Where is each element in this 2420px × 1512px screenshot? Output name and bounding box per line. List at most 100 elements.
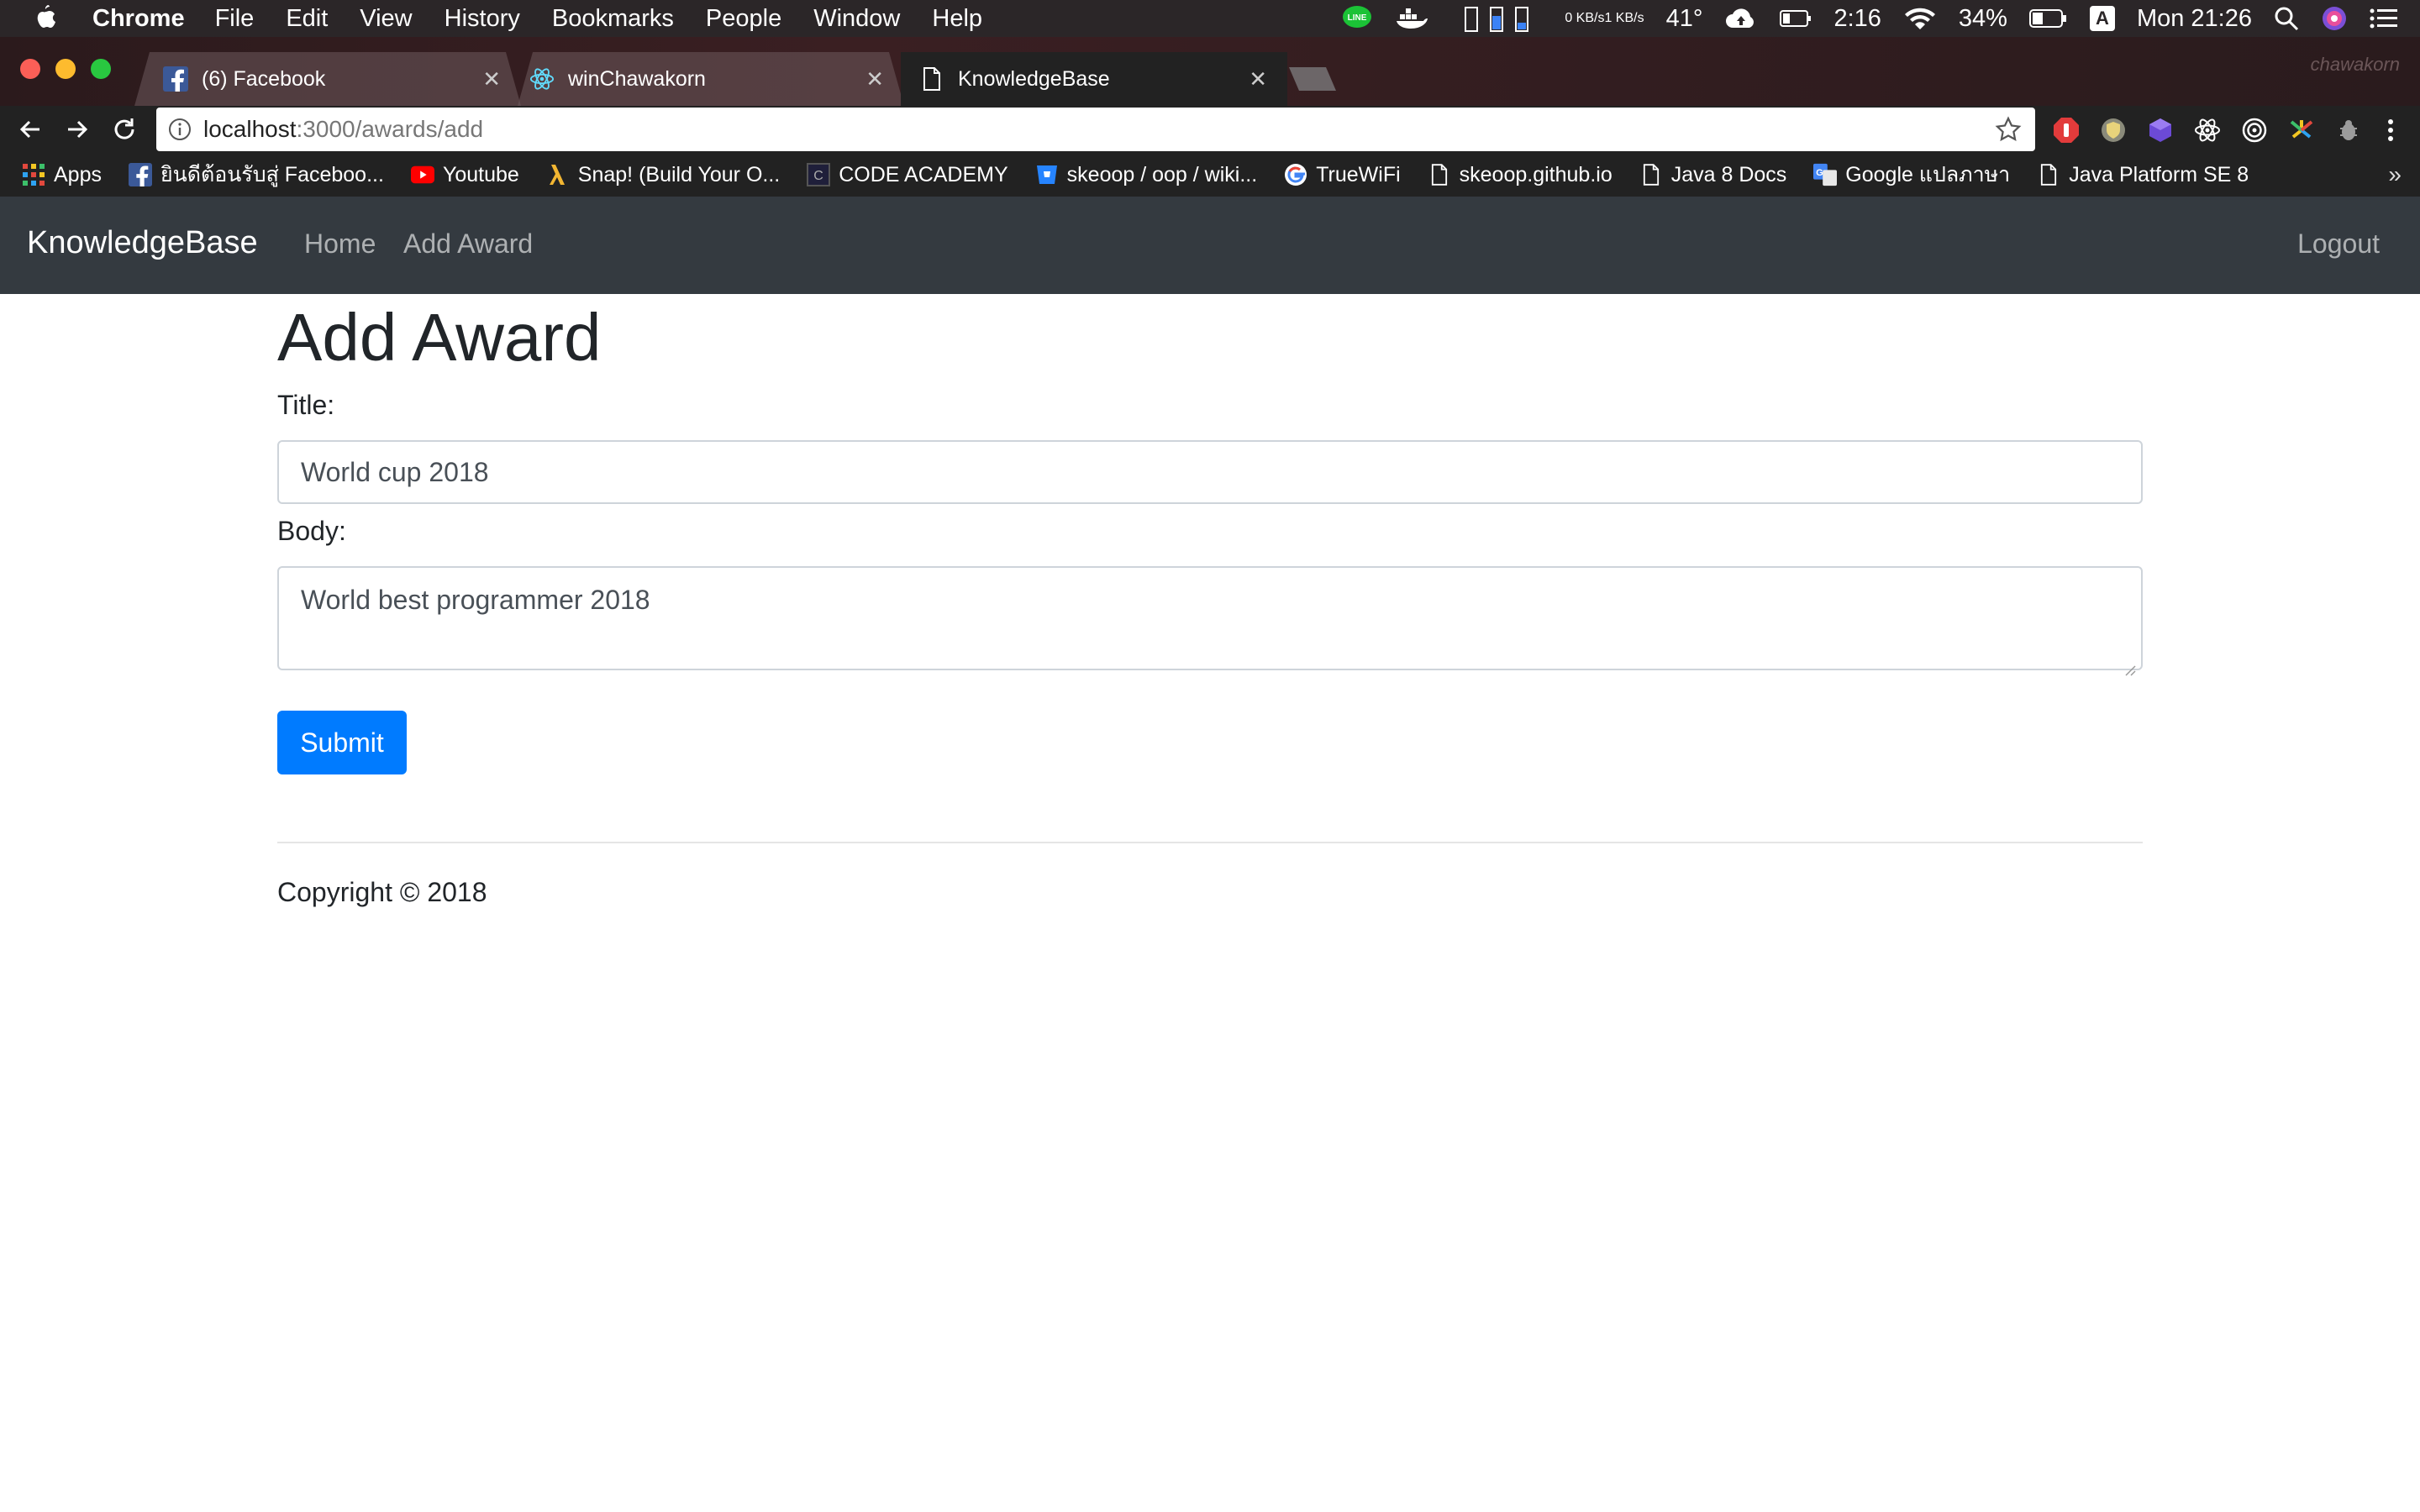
- bookmark-label: skeoop / oop / wiki...: [1066, 162, 1258, 186]
- tab-close-icon[interactable]: ✕: [865, 66, 884, 92]
- bookmarks-overflow-icon[interactable]: »: [2388, 161, 2402, 188]
- line-icon[interactable]: LINE: [1341, 4, 1373, 33]
- bookmark-star-icon[interactable]: [1995, 116, 2022, 149]
- menu-edit[interactable]: Edit: [286, 5, 328, 33]
- profile-name[interactable]: chawakorn: [2311, 54, 2400, 76]
- bookmarks-bar: Apps ยินดีต้อนรับสู่ Faceboo... Youtube …: [0, 153, 2420, 197]
- multicolor-extension-icon[interactable]: [2287, 116, 2316, 144]
- wifi-icon[interactable]: [1903, 6, 1937, 31]
- battery-time: 2:16: [1833, 4, 1881, 32]
- menu-window[interactable]: Window: [813, 5, 900, 33]
- bookmark-label: ยินดีต้อนรับสู่ Faceboo...: [160, 163, 384, 186]
- cube-extension-icon[interactable]: [2146, 116, 2175, 144]
- cloud-upload-icon[interactable]: [1724, 6, 1758, 31]
- menu-view[interactable]: View: [360, 5, 412, 33]
- back-icon[interactable]: [7, 106, 54, 153]
- bookmark-label: skeoop.github.io: [1459, 162, 1612, 186]
- shield-extension-icon[interactable]: [2099, 116, 2128, 144]
- codeacademy-icon: C: [807, 163, 831, 186]
- docker-icon[interactable]: [1395, 6, 1428, 31]
- temperature: 41°: [1665, 4, 1703, 32]
- new-tab-button[interactable]: [1286, 52, 1346, 106]
- battery-small-icon: [1780, 8, 1812, 29]
- submit-button[interactable]: Submit: [277, 711, 407, 774]
- footer-divider: [277, 842, 2143, 843]
- tab-knowledgebase[interactable]: KnowledgeBase ✕: [901, 52, 1287, 106]
- apps-grid-icon: [22, 163, 45, 186]
- bookmark-truewifi[interactable]: TrueWiFi: [1284, 162, 1401, 187]
- tab-title: KnowledgeBase: [958, 66, 1110, 91]
- network-speed: 0 KB/s 1 KB/s: [1565, 12, 1644, 25]
- tab-winchawakorn[interactable]: winChawakorn ✕: [518, 52, 904, 106]
- body-text: World best programmer 2018: [301, 585, 650, 615]
- forward-icon[interactable]: [54, 106, 101, 153]
- bookmark-skeoop-github[interactable]: skeoop.github.io: [1428, 163, 1612, 187]
- target-extension-icon[interactable]: [2240, 116, 2269, 144]
- bookmark-java-platform[interactable]: Java Platform SE 8: [2037, 163, 2249, 187]
- input-source-label: A: [2089, 6, 2115, 31]
- bookmark-label: Apps: [54, 162, 102, 186]
- menu-history[interactable]: History: [445, 5, 520, 33]
- menu-bookmarks[interactable]: Bookmarks: [552, 5, 674, 33]
- tab-close-icon[interactable]: ✕: [482, 66, 501, 92]
- spotlight-search-icon[interactable]: [2274, 6, 2299, 31]
- menu-file[interactable]: File: [215, 5, 255, 33]
- bookmark-label: Youtube: [442, 162, 519, 186]
- bookmark-apps[interactable]: Apps: [22, 163, 102, 187]
- facebook-icon: [163, 66, 188, 92]
- tab-facebook[interactable]: (6) Facebook ✕: [134, 52, 521, 106]
- facebook-icon: [128, 163, 152, 186]
- close-window-button[interactable]: [20, 59, 40, 79]
- bookmark-label: TrueWiFi: [1316, 162, 1401, 186]
- bookmark-java8-docs[interactable]: Java 8 Docs: [1639, 162, 1787, 187]
- document-icon: [919, 66, 944, 92]
- notification-center-icon[interactable]: [2370, 8, 2398, 29]
- bookmark-label: Snap! (Build Your O...: [577, 162, 781, 186]
- url-path: :3000/awards/add: [296, 116, 484, 142]
- info-icon[interactable]: [168, 118, 192, 141]
- bookmark-google-translate[interactable]: G Google แปลภาษา: [1813, 158, 2010, 192]
- body-textarea[interactable]: World best programmer 2018: [277, 566, 2143, 676]
- resize-handle-icon[interactable]: [2123, 650, 2136, 676]
- bookmark-snap[interactable]: Snap! (Build Your O...: [546, 163, 780, 187]
- bug-extension-icon[interactable]: [2334, 116, 2363, 144]
- nav-link-add-award[interactable]: Add Award: [403, 228, 533, 260]
- react-devtools-icon[interactable]: [2193, 116, 2222, 144]
- logout-link[interactable]: Logout: [2297, 228, 2380, 260]
- siri-icon[interactable]: [2321, 5, 2348, 32]
- net-down: 1 KB/s: [1604, 11, 1644, 25]
- minimize-window-button[interactable]: [55, 59, 76, 79]
- bookmark-skeoop-wiki[interactable]: skeoop / oop / wiki...: [1035, 162, 1258, 187]
- navbar-brand[interactable]: KnowledgeBase: [27, 225, 258, 261]
- tab-close-icon[interactable]: ✕: [1249, 66, 1267, 92]
- browser-tabstrip: (6) Facebook ✕ winChawakorn ✕ KnowledgeB…: [0, 37, 2420, 106]
- url-host: localhost: [203, 116, 297, 142]
- battery-icon[interactable]: [2028, 8, 2068, 29]
- menu-app-name[interactable]: Chrome: [92, 5, 185, 33]
- chrome-menu-icon[interactable]: [2376, 116, 2405, 144]
- nav-link-home[interactable]: Home: [304, 228, 376, 260]
- youtube-icon: [410, 163, 434, 186]
- address-bar[interactable]: localhost:3000/awards/add: [156, 108, 2035, 151]
- window-controls: [20, 59, 111, 79]
- adblock-icon[interactable]: [2052, 116, 2081, 144]
- menu-help[interactable]: Help: [932, 5, 982, 33]
- bookmark-facebook[interactable]: ยินดีต้อนรับสู่ Faceboo...: [128, 158, 384, 192]
- reload-icon[interactable]: [101, 106, 148, 153]
- bookmark-label: CODE ACADEMY: [839, 162, 1008, 186]
- bookmark-label: Java Platform SE 8: [2069, 162, 2249, 186]
- menu-people[interactable]: People: [706, 5, 781, 33]
- bookmark-codeacademy[interactable]: C CODE ACADEMY: [807, 162, 1008, 187]
- maximize-window-button[interactable]: [91, 59, 111, 79]
- clock[interactable]: Mon 21:26: [2137, 5, 2252, 33]
- svg-text:G: G: [1816, 168, 1823, 178]
- google-icon: [1284, 163, 1307, 186]
- battery-percent: 34%: [1958, 4, 2007, 32]
- title-input[interactable]: World cup 2018: [277, 440, 2143, 504]
- net-up: 0 KB/s: [1565, 11, 1605, 25]
- apple-icon[interactable]: [34, 4, 59, 33]
- site-navbar: KnowledgeBase Home Add Award Logout: [0, 197, 2420, 294]
- bookmark-youtube[interactable]: Youtube: [410, 162, 519, 187]
- bookmark-label: Java 8 Docs: [1670, 162, 1787, 186]
- input-source-icon[interactable]: A: [2089, 6, 2115, 31]
